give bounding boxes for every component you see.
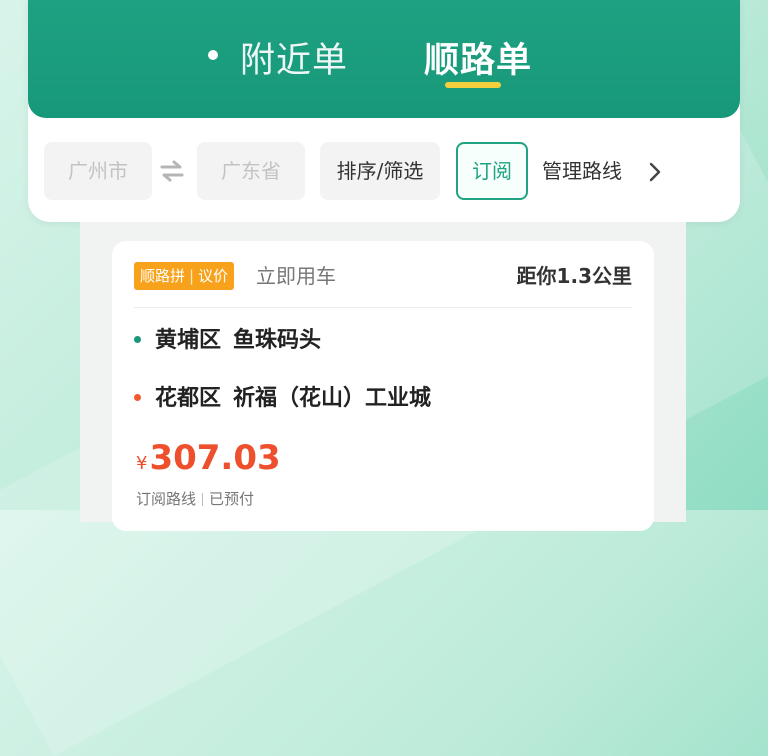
order-type-badge: 顺路拼 | 议价 [134, 262, 235, 290]
meta-paid-label: 已预付 [209, 490, 255, 508]
dropoff-district: 花都区 [155, 386, 222, 411]
tab-header: 附近单 顺路单 [28, 0, 740, 118]
active-tab-underline [445, 82, 501, 88]
price-value: 307.03 [149, 438, 281, 478]
pickup-location: 黄埔区 鱼珠码头 [134, 326, 321, 356]
order-card[interactable]: 顺路拼 | 议价 立即用车 距你1.3公里 黄埔区 鱼珠码头 花都区 祈福（花山）工业城… [112, 241, 654, 531]
to-city-select[interactable]: 广东省 [197, 142, 305, 200]
order-price: ¥307.03 [136, 438, 281, 478]
filter-bar: 广州市 广东省 排序/筛选 订阅 管理路线 [28, 142, 740, 202]
divider [134, 307, 632, 308]
tab-route[interactable]: 顺路单 [424, 32, 532, 83]
order-timing: 立即用车 [256, 264, 336, 288]
currency-symbol: ¥ [136, 453, 148, 474]
pickup-place: 鱼珠码头 [233, 328, 322, 353]
badge-price-label: 议价 [198, 267, 229, 285]
top-panel: 附近单 顺路单 广州市 广东省 排序/筛选 订阅 管理路线 [28, 0, 740, 222]
pickup-district: 黄埔区 [155, 328, 222, 353]
manage-routes-link[interactable]: 管理路线 [542, 142, 622, 200]
dropoff-dot-icon [134, 393, 141, 401]
order-meta: 订阅路线 已预付 [136, 488, 254, 509]
swap-icon[interactable] [160, 160, 184, 182]
pickup-dot-icon [134, 335, 141, 343]
sort-filter-button[interactable]: 排序/筛选 [320, 142, 440, 200]
tab-indicator-dot [208, 50, 218, 60]
dropoff-location: 花都区 祈福（花山）工业城 [134, 384, 431, 414]
subscribe-button[interactable]: 订阅 [456, 142, 528, 200]
meta-route-label: 订阅路线 [136, 490, 197, 508]
dropoff-place: 祈福（花山）工业城 [233, 386, 432, 411]
order-distance: 距你1.3公里 [516, 264, 632, 288]
chevron-right-icon[interactable] [648, 161, 662, 183]
tab-nearby[interactable]: 附近单 [240, 32, 348, 83]
badge-type-label: 顺路拼 [140, 267, 186, 285]
from-city-select[interactable]: 广州市 [44, 142, 152, 200]
